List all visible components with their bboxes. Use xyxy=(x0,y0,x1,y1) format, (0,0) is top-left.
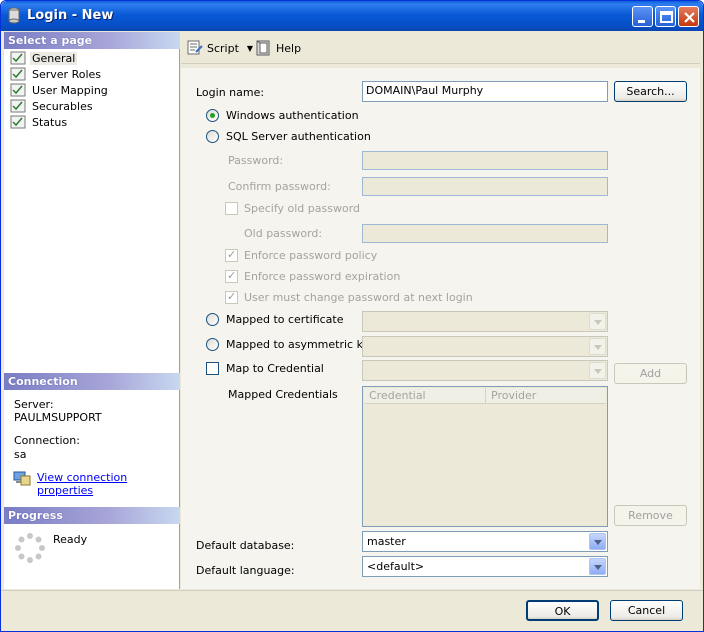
dialog-footer: OK Cancel xyxy=(1,590,703,631)
window-title: Login - New xyxy=(27,8,114,23)
chevron-down-icon[interactable] xyxy=(589,533,606,550)
page-icon xyxy=(10,99,26,113)
column-header-provider[interactable]: Provider xyxy=(486,388,606,404)
enforce-expiration-checkbox xyxy=(225,269,238,283)
chevron-down-icon[interactable]: ▼ xyxy=(247,44,253,53)
password-input xyxy=(362,151,608,170)
ok-button[interactable]: OK xyxy=(526,600,599,621)
chevron-down-icon xyxy=(589,362,606,379)
app-icon xyxy=(8,7,20,24)
nav-item-server-roles[interactable]: Server Roles xyxy=(10,66,103,82)
map-credential-checkbox[interactable] xyxy=(206,362,219,375)
minimize-button[interactable] xyxy=(632,6,653,27)
column-header-credential[interactable]: Credential xyxy=(364,388,486,404)
search-button[interactable]: Search... xyxy=(614,81,687,102)
nav-item-label: Securables xyxy=(32,99,93,113)
specify-old-password-checkbox xyxy=(225,202,238,215)
page-icon xyxy=(10,67,26,81)
chevron-down-icon[interactable] xyxy=(589,558,606,575)
mapped-asym-key-radio[interactable] xyxy=(206,338,219,351)
toolbar: Script ▼ Help xyxy=(181,32,700,64)
nav-item-user-mapping[interactable]: User Mapping xyxy=(10,82,110,98)
default-database-select[interactable]: master xyxy=(362,531,608,552)
connection-value: sa xyxy=(14,448,27,461)
script-button[interactable]: Script ▼ xyxy=(186,40,253,56)
progress-header: Progress xyxy=(4,507,180,524)
page-icon xyxy=(10,51,26,65)
chevron-down-icon xyxy=(589,338,606,355)
default-language-value: <default> xyxy=(367,560,425,573)
mapped-credentials-grid[interactable]: Credential Provider xyxy=(362,386,608,527)
cancel-button[interactable]: Cancel xyxy=(610,600,683,621)
default-database-value: master xyxy=(367,535,406,548)
server-label: Server: xyxy=(14,398,54,411)
connection-label: Connection: xyxy=(14,434,80,447)
map-credential-label: Map to Credential xyxy=(226,362,324,375)
windows-auth-radio[interactable] xyxy=(206,109,219,122)
nav-item-general[interactable]: General xyxy=(10,50,78,66)
chevron-down-icon xyxy=(589,313,606,330)
nav-item-label: General xyxy=(30,51,78,65)
default-database-label: Default database: xyxy=(196,539,295,552)
progress-status: Ready xyxy=(53,533,88,546)
nav-item-label: User Mapping xyxy=(32,83,108,97)
login-name-input[interactable]: DOMAIN\Paul Murphy xyxy=(362,81,608,102)
server-value: PAULMSUPPORT xyxy=(14,411,102,424)
old-password-label: Old password: xyxy=(244,227,323,240)
view-connection-properties-link[interactable]: View connection properties xyxy=(37,471,179,497)
left-panel: Select a page General Server Roles User … xyxy=(4,32,180,589)
mapped-certificate-label: Mapped to certificate xyxy=(226,313,344,326)
enforce-policy-label: Enforce password policy xyxy=(244,249,378,262)
must-change-password-label: User must change password at next login xyxy=(244,291,473,304)
mapped-credentials-label: Mapped Credentials xyxy=(228,388,338,401)
asym-key-select xyxy=(362,336,608,357)
script-icon xyxy=(187,40,203,55)
nav-item-securables[interactable]: Securables xyxy=(10,98,95,114)
maximize-button[interactable] xyxy=(655,6,676,27)
mapped-certificate-radio[interactable] xyxy=(206,313,219,326)
main-panel: Script ▼ Help Login name: DOMAIN\Paul Mu… xyxy=(181,32,700,589)
confirm-password-input xyxy=(362,177,608,196)
title-bar[interactable]: Login - New xyxy=(1,1,703,31)
help-icon xyxy=(256,40,270,56)
nav-item-status[interactable]: Status xyxy=(10,114,69,130)
sql-auth-label: SQL Server authentication xyxy=(226,130,371,143)
default-language-label: Default language: xyxy=(196,564,295,577)
sql-auth-radio[interactable] xyxy=(206,130,219,143)
enforce-policy-checkbox xyxy=(225,248,238,262)
script-label: Script xyxy=(207,41,239,55)
mapped-asym-key-label: Mapped to asymmetric key xyxy=(226,338,376,351)
page-icon xyxy=(10,115,26,129)
connection-header: Connection xyxy=(4,373,180,390)
must-change-password-checkbox xyxy=(225,290,238,304)
password-label: Password: xyxy=(228,154,284,167)
general-page: Login name: DOMAIN\Paul Murphy Search...… xyxy=(181,68,700,589)
confirm-password-label: Confirm password: xyxy=(228,180,331,193)
login-new-dialog: Login - New Select a page General Server… xyxy=(0,0,704,632)
help-label: Help xyxy=(276,41,302,55)
select-page-header: Select a page xyxy=(4,32,180,49)
nav-item-label: Status xyxy=(32,115,68,129)
certificate-select xyxy=(362,311,608,332)
credential-select xyxy=(362,360,608,381)
page-icon xyxy=(10,83,26,97)
connection-properties-icon xyxy=(13,471,31,486)
add-credential-button: Add xyxy=(614,363,687,384)
default-language-select[interactable]: <default> xyxy=(362,556,608,577)
old-password-input xyxy=(362,224,608,243)
progress-spinner-icon xyxy=(15,533,45,563)
remove-credential-button: Remove xyxy=(614,505,687,526)
enforce-expiration-label: Enforce password expiration xyxy=(244,270,401,283)
help-button[interactable]: Help xyxy=(255,40,301,56)
grid-header: Credential Provider xyxy=(364,388,606,404)
windows-auth-label: Windows authentication xyxy=(226,109,359,122)
close-button[interactable] xyxy=(678,6,699,27)
specify-old-password-label: Specify old password xyxy=(244,202,361,215)
nav-item-label: Server Roles xyxy=(32,67,102,81)
login-name-label: Login name: xyxy=(196,86,265,99)
